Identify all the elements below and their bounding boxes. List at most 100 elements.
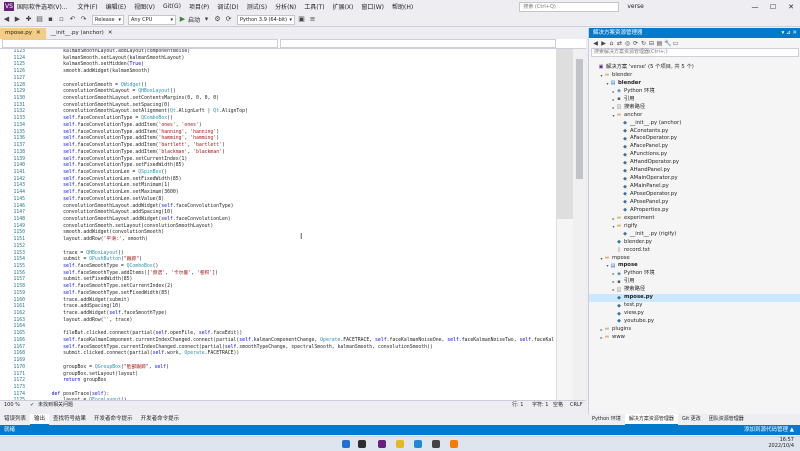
close-icon[interactable]: ✕ [782, 3, 800, 11]
dropdown-icon[interactable]: ▾ [202, 15, 211, 24]
menu-item[interactable]: 调试(D) [213, 2, 242, 11]
code-line[interactable]: self.faceSmoothType.setCurrentIndex(2) [40, 284, 556, 291]
properties-icon[interactable]: 🔧 [664, 40, 671, 47]
tree-item[interactable]: ◆ AConstants.py [589, 128, 800, 136]
sync-icon[interactable]: ⟳ [632, 40, 639, 47]
code-line[interactable] [40, 76, 556, 83]
menu-item[interactable]: 分析(N) [271, 2, 300, 11]
bottom-tab[interactable]: 开发者命令提示 [90, 414, 137, 424]
menu-item[interactable]: 测试(S) [243, 2, 272, 11]
solution-explorer-tab[interactable]: Python 环境 [588, 414, 625, 424]
zoom-level[interactable]: 100 % [4, 401, 20, 409]
home-icon[interactable]: ⌂ [608, 40, 615, 47]
spaces-indicator[interactable]: 空格 [553, 401, 563, 409]
code-line[interactable]: self.faceConvolutionLen.setMaximum(3600) [40, 190, 556, 197]
start-button[interactable]: 启动 [188, 15, 200, 24]
vertical-scrollbar[interactable] [573, 49, 586, 400]
code-line[interactable] [40, 244, 556, 251]
menu-item[interactable]: 帮助(H) [388, 2, 417, 11]
show-all-files-icon[interactable]: ▤ [656, 40, 663, 47]
tree-item[interactable]: ◆ AHandPanel.py [589, 167, 800, 175]
code-line[interactable] [40, 385, 556, 392]
solution-explorer-tab[interactable]: 解决方案资源管理器 [624, 414, 678, 425]
menu-item[interactable]: 文件(F) [74, 2, 102, 11]
dropdown-icon[interactable]: ▾ [782, 30, 785, 36]
code-line[interactable]: submit = QPushButton("跟踪") [40, 257, 556, 264]
tree-item[interactable]: ▯ record.txt [589, 247, 800, 255]
menu-item[interactable]: 窗口(W) [357, 2, 388, 11]
tree-item[interactable]: ◆ APoseOperator.py [589, 191, 800, 199]
code-line[interactable]: self.faceSmoothType = QComboBox() [40, 264, 556, 271]
code-line[interactable]: self.faceConvolutionLen = QSpinBox() [40, 170, 556, 177]
solution-explorer-tab[interactable]: 团队资源管理器 [705, 414, 748, 424]
switch-view-icon[interactable]: ⇄ [616, 40, 623, 47]
tree-item[interactable]: ◆ view.py [589, 310, 800, 318]
code-line[interactable]: trace.addWidget(self.faceSmoothType) [40, 311, 556, 318]
tree-item[interactable]: ▾ ▬ rigify [589, 223, 800, 231]
code-line[interactable]: self.faceConvolutionLen.setValue(8) [40, 197, 556, 204]
file-explorer-icon[interactable] [396, 440, 404, 448]
code-line[interactable]: self.faceConvolutionType.addItem('ones',… [40, 123, 556, 130]
solution-search-input[interactable]: 搜索解决方案资源管理器(Ctrl+;) [591, 48, 799, 57]
maximize-icon[interactable]: ☐ [764, 3, 782, 11]
tree-item[interactable]: ◆ mpose.py [589, 294, 800, 303]
close-tab-icon[interactable]: ✕ [36, 28, 41, 39]
tree-item[interactable]: ▸ ◈ Python 环境 [589, 270, 800, 278]
code-line[interactable]: convolutionSmoothLayout.addSpacing(10) [40, 210, 556, 217]
tree-item[interactable]: ◆ AHandOperator.py [589, 159, 800, 167]
open-icon[interactable]: ▤ [35, 15, 44, 24]
tree-item[interactable]: ◆ test.py [589, 302, 800, 310]
close-tab-icon[interactable]: ✕ [108, 28, 113, 39]
code-line[interactable]: layout.addRow('平滑:', smooth) [40, 237, 556, 244]
save-all-icon[interactable]: ▫ [57, 15, 66, 24]
bottom-tab[interactable]: 开发者命令提示 [137, 414, 184, 424]
code-line[interactable]: self.faceSmoothType.setFixedWidth(85) [40, 291, 556, 298]
menu-item[interactable]: 视图(V) [130, 2, 159, 11]
member-dropdown[interactable] [280, 39, 556, 48]
python-environment-select[interactable]: Python 3.9 (64-bit) ▾ [237, 14, 296, 25]
code-line[interactable]: convolutionSmoothLayout.addWidget(self.f… [40, 217, 556, 224]
attach-icon[interactable]: ⚙ [213, 15, 222, 24]
hot-reload-icon[interactable]: ⟳ [224, 15, 233, 24]
code-line[interactable]: smooth.addWidget(kalmanSmooth) [40, 69, 556, 76]
code-line[interactable]: fileBut.clicked.connect(partial(self.ope… [40, 331, 556, 338]
refresh-icon[interactable]: ↻ [640, 40, 647, 47]
start-icon[interactable]: ▶ [178, 15, 187, 24]
bottom-tab[interactable]: 输出 [30, 413, 50, 425]
solution-explorer-tab[interactable]: Git 更改 [678, 414, 705, 424]
new-item-icon[interactable]: ✚ [24, 15, 33, 24]
bottom-tab[interactable]: 查找符号结果 [49, 414, 90, 424]
bottom-tab[interactable]: 错误列表 [0, 414, 30, 424]
terminal-icon[interactable] [432, 440, 440, 448]
tree-item[interactable]: ▾ ▬ anchor [589, 112, 800, 120]
preview-icon[interactable]: ▭ [672, 40, 679, 47]
tree-item[interactable]: ▸ ▬ www [589, 334, 800, 342]
code-line[interactable] [40, 358, 556, 365]
platform-select[interactable]: Any CPU ▾ [128, 14, 176, 25]
minimap-viewport[interactable] [557, 49, 574, 219]
tree-item[interactable]: ▾ ▬ mpose [589, 255, 800, 263]
save-icon[interactable]: ▪ [46, 15, 55, 24]
tree-item[interactable]: ▸ ▬ experiment [589, 215, 800, 223]
code-line[interactable]: self.faceConvolutionType.addItem('bartle… [40, 143, 556, 150]
tree-item[interactable]: ▾ ▤ blender [589, 80, 800, 88]
code-line[interactable]: self.faceKalmanComponent.currentIndexCha… [40, 338, 556, 345]
tree-item[interactable]: ▸ ◫ 搜索路径 [589, 286, 800, 294]
blender-icon[interactable] [450, 440, 458, 448]
environment-icon[interactable]: ▣ [297, 15, 306, 24]
visual-studio-taskbar-icon[interactable] [378, 440, 386, 448]
tree-item[interactable]: ◆ youtube.py [589, 318, 800, 326]
forward-icon[interactable]: ▶ [13, 15, 22, 24]
pin-icon[interactable]: ⊿ [786, 30, 791, 36]
code-line[interactable]: groupBox = QGroupBox("脸部跟踪", self) [40, 365, 556, 372]
tree-item[interactable]: ◆ __init__.py (anchor) [589, 120, 800, 128]
code-line[interactable]: groupBox.setLayout(layout) [40, 372, 556, 379]
collapse-all-icon[interactable]: ⊟ [648, 40, 655, 47]
tree-item[interactable]: ▸ ▪ 引用 [589, 278, 800, 286]
code-area[interactable]: kalmanSmoothLayout.addLayout(componentNo… [40, 49, 556, 400]
redo-icon[interactable]: ↷ [79, 15, 88, 24]
system-tray-clock[interactable]: 16:57 2022/10/4 [768, 437, 794, 449]
menu-item[interactable]: Git(G) [159, 3, 185, 10]
code-line[interactable]: return groupBox [40, 378, 556, 385]
issues-status[interactable]: 未找到相关问题 [38, 401, 73, 409]
